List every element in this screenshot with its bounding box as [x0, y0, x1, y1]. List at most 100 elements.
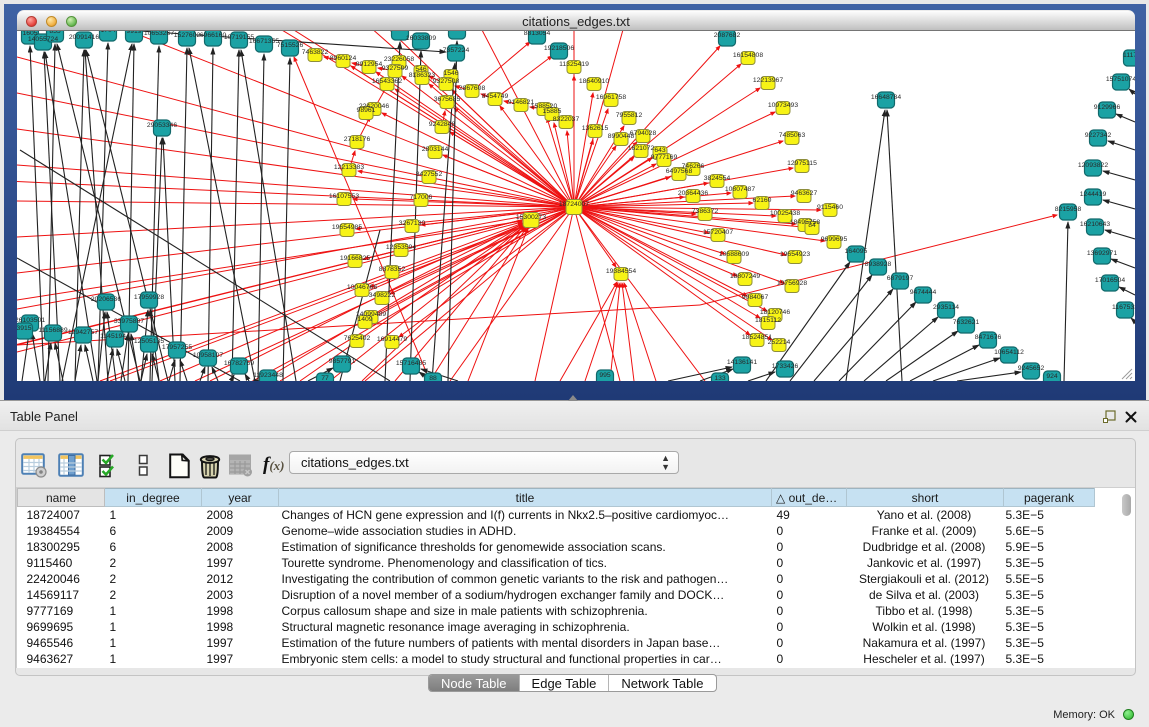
svg-text:3498222: 3498222 [369, 292, 396, 299]
svg-text:15885: 15885 [543, 108, 562, 115]
svg-text:13692971: 13692971 [1087, 250, 1117, 257]
svg-text:3267130: 3267130 [399, 220, 426, 227]
svg-text:62160: 62160 [753, 197, 772, 204]
svg-text:3915: 3915 [17, 325, 32, 332]
svg-text:1167533: 1167533 [1112, 304, 1135, 311]
svg-text:88: 88 [429, 375, 437, 381]
svg-text:8960124: 8960124 [330, 55, 357, 62]
svg-text:7485063: 7485063 [779, 132, 806, 139]
svg-text:77: 77 [321, 375, 329, 381]
svg-text:11923448: 11923448 [253, 372, 283, 379]
svg-text:12213383: 12213383 [334, 164, 364, 171]
svg-text:16648784: 16648784 [871, 94, 901, 101]
svg-text:8215958: 8215958 [1055, 206, 1082, 213]
svg-text:20091416: 20091416 [69, 34, 99, 41]
svg-text:98961: 98961 [357, 107, 376, 114]
svg-text:18120746: 18120746 [760, 309, 790, 316]
svg-text:1527602: 1527602 [174, 32, 201, 39]
svg-text:164095: 164095 [845, 248, 868, 255]
svg-text:855: 855 [49, 31, 61, 35]
svg-text:2087682: 2087682 [714, 32, 741, 39]
svg-text:10688609: 10688609 [719, 251, 749, 258]
svg-text:19756928: 19756928 [777, 280, 807, 287]
svg-text:7955812: 7955812 [616, 112, 643, 119]
svg-text:2935114: 2935114 [933, 304, 959, 311]
svg-text:7632621: 7632621 [953, 319, 980, 326]
svg-text:12353594: 12353594 [386, 244, 416, 251]
svg-text:2718176: 2718176 [344, 136, 371, 143]
svg-text:11451944: 11451944 [100, 333, 130, 340]
svg-text:133: 133 [714, 375, 726, 381]
svg-text:15716485: 15716485 [396, 360, 426, 367]
svg-text:14055724: 14055724 [28, 36, 58, 43]
svg-text:19166825: 19166825 [340, 255, 370, 262]
svg-text:9129966: 9129966 [1094, 104, 1121, 111]
svg-text:19654923: 19654923 [780, 251, 810, 258]
svg-text:9699695: 9699695 [821, 236, 848, 243]
svg-text:14136141: 14136141 [727, 359, 757, 366]
svg-text:20364436: 20364436 [678, 190, 708, 197]
svg-text:11325419: 11325419 [559, 61, 589, 68]
svg-text:7357224: 7357224 [443, 47, 470, 54]
svg-text:10807487: 10807487 [725, 186, 755, 193]
svg-text:8322037: 8322037 [553, 116, 580, 123]
svg-text:8878352: 8878352 [379, 266, 406, 273]
svg-text:33975887: 33975887 [114, 318, 144, 325]
svg-text:20206536: 20206536 [91, 296, 121, 303]
svg-text:8454749: 8454749 [482, 93, 509, 100]
svg-text:6794028: 6794028 [630, 130, 657, 137]
svg-text:15720407: 15720407 [703, 229, 733, 236]
svg-text:17957255: 17957255 [162, 344, 192, 351]
svg-text:15751074: 15751074 [1106, 76, 1135, 83]
svg-text:6879197: 6879197 [887, 275, 914, 282]
svg-text:12505135: 12505135 [134, 338, 164, 345]
svg-text:1704: 1704 [100, 31, 115, 34]
svg-text:16914479: 16914479 [377, 336, 407, 343]
svg-text:12093822: 12093822 [1078, 162, 1108, 169]
svg-text:19654985: 19654985 [332, 224, 362, 231]
svg-text:18807249: 18807249 [730, 273, 760, 280]
svg-text:2867608: 2867608 [459, 85, 486, 92]
svg-text:10654112: 10654112 [994, 349, 1024, 356]
svg-text:18640910: 18640910 [579, 78, 609, 85]
svg-text:252214: 252214 [768, 339, 791, 346]
svg-text:26103501: 26103501 [17, 317, 45, 324]
svg-text:16033809: 16033809 [406, 35, 436, 42]
svg-text:995: 995 [599, 372, 611, 379]
svg-text:1815112: 1815112 [755, 317, 781, 324]
svg-text:8938928: 8938928 [865, 261, 892, 268]
svg-text:7386372: 7386372 [692, 208, 719, 215]
svg-text:17959928: 17959928 [134, 294, 164, 301]
svg-text:10973493: 10973493 [768, 102, 798, 109]
svg-text:1621072: 1621072 [628, 145, 655, 152]
svg-text:8912954: 8912954 [356, 61, 383, 68]
svg-text:7515526: 7515526 [277, 42, 304, 49]
svg-text:9245652: 9245652 [1018, 365, 1045, 372]
svg-text:8813054: 8813054 [524, 31, 551, 37]
svg-text:16671355: 16671355 [249, 38, 279, 45]
svg-text:12213967: 12213967 [753, 77, 783, 84]
svg-text:1546: 1546 [443, 70, 458, 77]
svg-text:12975115: 12975115 [787, 160, 817, 167]
svg-text:9463627: 9463627 [791, 190, 818, 197]
svg-text:10653267: 10653267 [144, 31, 174, 37]
svg-text:643: 643 [654, 147, 666, 154]
svg-text:1409: 1409 [357, 316, 372, 323]
svg-text:9084067: 9084067 [742, 294, 769, 301]
svg-text:19384554: 19384554 [606, 268, 636, 275]
svg-text:8186323: 8186323 [409, 72, 436, 79]
svg-text:6966160: 6966160 [200, 32, 227, 39]
svg-text:8471676: 8471676 [975, 334, 1002, 341]
svg-text:16210643: 16210643 [1080, 221, 1110, 228]
svg-text:717006: 717006 [410, 194, 433, 201]
svg-text:9115460: 9115460 [817, 204, 843, 211]
svg-text:9227342: 9227342 [1085, 132, 1112, 139]
svg-text:16782759: 16782759 [224, 360, 254, 367]
svg-text:8427552: 8427552 [416, 171, 443, 178]
svg-text:1362615: 1362615 [582, 125, 609, 132]
svg-text:10025438: 10025438 [770, 210, 800, 217]
svg-text:1291: 1291 [392, 31, 407, 33]
svg-text:9242848: 9242848 [429, 121, 456, 128]
svg-text:1244419: 1244419 [1080, 191, 1107, 198]
svg-text:84: 84 [808, 222, 816, 229]
